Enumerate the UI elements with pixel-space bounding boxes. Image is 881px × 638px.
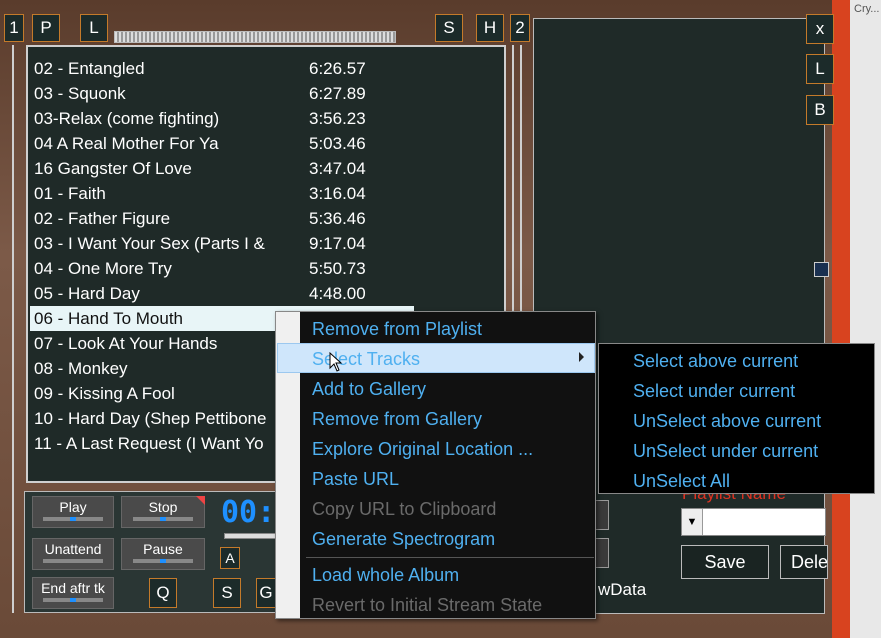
end-after-track-label: End aftr tk — [41, 580, 105, 596]
menu-load-whole-album[interactable]: Load whole Album — [312, 560, 459, 590]
submenu-select-above[interactable]: Select above current — [633, 346, 798, 376]
time-display: 00: — [221, 496, 275, 530]
stop-flag-icon — [196, 496, 205, 505]
play-button[interactable]: Play — [32, 496, 114, 528]
close-button[interactable]: x — [806, 14, 834, 44]
unattend-icon — [43, 559, 103, 563]
submenu-unselect-all[interactable]: UnSelect All — [633, 466, 730, 496]
stop-label: Stop — [148, 499, 178, 515]
submenu-select-under[interactable]: Select under current — [633, 376, 795, 406]
track-duration: 6:27.89 — [309, 84, 366, 103]
scroll-thumb[interactable] — [814, 262, 829, 277]
q-button[interactable]: Q — [149, 578, 177, 608]
track-duration: 3:56.23 — [309, 109, 366, 128]
track-title: 05 - Hard Day — [34, 284, 140, 303]
partial-button-2[interactable] — [595, 538, 609, 568]
track-title: 02 - Entangled — [34, 59, 145, 78]
context-menu: Remove from Playlist Select Tracks Add t… — [275, 311, 596, 619]
pause-icon — [133, 559, 193, 563]
end-after-track-icon — [43, 598, 103, 602]
playlist-row[interactable]: 03 - I Want Your Sex (Parts I & 9:17.04 — [30, 231, 414, 256]
track-title: 16 Gangster Of Love — [34, 159, 192, 178]
track-title: 06 - Hand To Mouth — [34, 309, 183, 328]
track-title: 03-Relax (come fighting) — [34, 109, 220, 128]
track-title: 01 - Faith — [34, 184, 106, 203]
menu-remove-from-playlist[interactable]: Remove from Playlist — [312, 314, 482, 344]
track-duration: 3:47.04 — [309, 159, 366, 178]
menu-paste-url[interactable]: Paste URL — [312, 464, 399, 494]
select-tracks-submenu: Select above current Select under curren… — [598, 343, 875, 494]
track-duration: 5:03.46 — [309, 134, 366, 153]
mouse-cursor-icon — [329, 352, 343, 372]
b-side-button[interactable]: B — [806, 95, 834, 125]
s-button[interactable]: S — [435, 14, 463, 42]
track-duration: 4:48.00 — [309, 284, 366, 303]
playlist-row[interactable]: 05 - Hard Day 4:48.00 — [30, 281, 414, 306]
s-control-button[interactable]: S — [213, 578, 241, 608]
submenu-arrow-icon — [579, 352, 584, 362]
track-duration: 5:50.73 — [309, 259, 366, 278]
track-title: 03 - Squonk — [34, 84, 126, 103]
menu-add-to-gallery[interactable]: Add to Gallery — [312, 374, 426, 404]
playlist-name-combo[interactable]: ▼ — [681, 508, 826, 536]
playlist-row[interactable]: 03 - Squonk 6:27.89 — [30, 81, 414, 106]
layout-2-button[interactable]: 2 — [510, 14, 530, 42]
playlist-row[interactable]: 04 A Real Mother For Ya 5:03.46 — [30, 131, 414, 156]
stop-icon — [133, 517, 193, 521]
l-button[interactable]: L — [80, 14, 108, 42]
menu-explore-original-location[interactable]: Explore Original Location ... — [312, 434, 533, 464]
track-title: 03 - I Want Your Sex (Parts I & — [34, 234, 265, 253]
p-button[interactable]: P — [32, 14, 60, 42]
track-title: 11 - A Last Request (I Want Yo — [34, 434, 264, 453]
raw-data-label[interactable]: wData — [598, 580, 646, 600]
menu-separator — [306, 557, 594, 558]
track-duration: 5:36.46 — [309, 209, 366, 228]
h-button[interactable]: H — [476, 14, 504, 42]
playlist-row[interactable]: 02 - Father Figure 5:36.46 — [30, 206, 414, 231]
track-title: 04 A Real Mother For Ya — [34, 134, 219, 153]
playlist-row[interactable]: 01 - Faith 3:16.04 — [30, 181, 414, 206]
menu-copy-url: Copy URL to Clipboard — [312, 499, 497, 519]
track-duration: 3:16.04 — [309, 184, 366, 203]
track-title: 10 - Hard Day (Shep Pettibone — [34, 409, 267, 428]
pause-button[interactable]: Pause — [121, 538, 205, 570]
play-label: Play — [59, 499, 87, 515]
track-title: 09 - Kissing A Fool — [34, 384, 175, 403]
save-button[interactable]: Save — [681, 545, 769, 579]
seek-bar[interactable] — [114, 31, 396, 43]
playlist-row[interactable]: 16 Gangster Of Love 3:47.04 — [30, 156, 414, 181]
playlist-row[interactable]: 04 - One More Try 5:50.73 — [30, 256, 414, 281]
chevron-down-icon[interactable]: ▼ — [682, 509, 703, 535]
l-side-button[interactable]: L — [806, 54, 834, 84]
layout-1-button[interactable]: 1 — [4, 14, 24, 42]
track-title: 04 - One More Try — [34, 259, 172, 278]
partial-button-1[interactable] — [595, 500, 609, 530]
play-icon — [43, 517, 103, 521]
track-duration: 6:26.57 — [309, 59, 366, 78]
pause-label: Pause — [143, 541, 183, 557]
menu-revert-stream-state: Revert to Initial Stream State — [312, 595, 543, 615]
track-duration: 9:17.04 — [309, 234, 366, 253]
track-title: 08 - Monkey — [34, 359, 128, 378]
a-button[interactable]: A — [220, 547, 240, 569]
background-window-title: Cry... — [854, 3, 880, 15]
unattend-label: Unattend — [44, 541, 102, 557]
playlist-row[interactable]: 02 - Entangled 6:26.57 — [30, 56, 414, 81]
stop-button[interactable]: Stop — [121, 496, 205, 528]
menu-remove-from-gallery[interactable]: Remove from Gallery — [312, 404, 482, 434]
unattend-button[interactable]: Unattend — [32, 538, 114, 570]
delete-button[interactable]: Dele — [780, 545, 828, 579]
track-title: 02 - Father Figure — [34, 209, 171, 228]
submenu-unselect-above[interactable]: UnSelect above current — [633, 406, 821, 436]
window-border-red — [832, 0, 850, 638]
submenu-unselect-under[interactable]: UnSelect under current — [633, 436, 818, 466]
playlist-row[interactable]: 03-Relax (come fighting) 3:56.23 — [30, 106, 414, 131]
track-title: 07 - Look At Your Hands — [34, 334, 218, 353]
volume-slider[interactable] — [224, 533, 276, 539]
end-after-track-button[interactable]: End aftr tk — [32, 577, 114, 609]
background-window-strip: Cry... — [850, 0, 881, 638]
menu-generate-spectrogram[interactable]: Generate Spectrogram — [312, 524, 495, 554]
left-divider — [12, 45, 14, 613]
g-button[interactable]: G — [256, 578, 276, 608]
